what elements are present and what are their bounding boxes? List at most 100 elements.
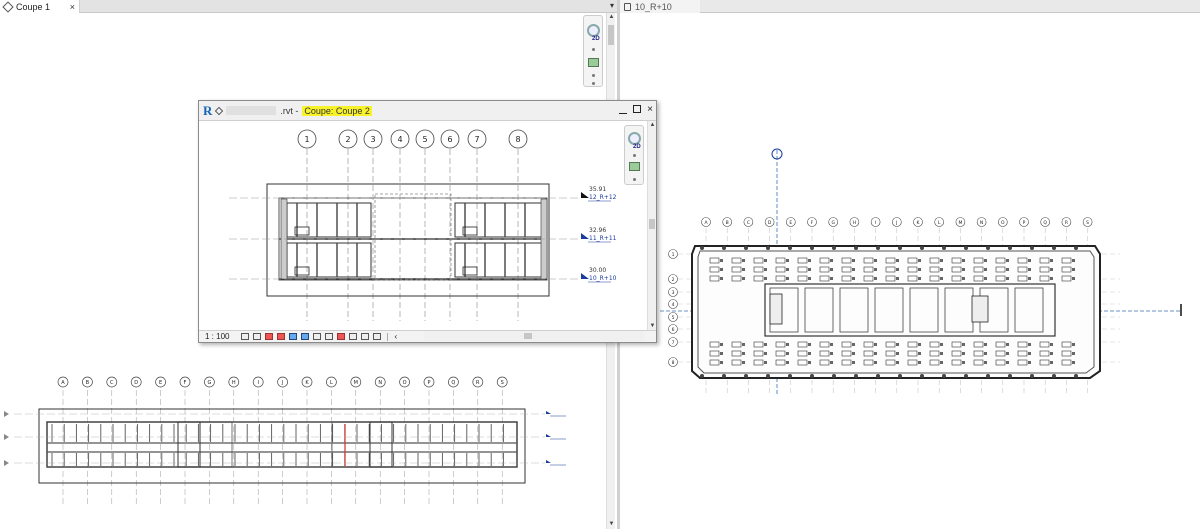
zoom-region-icon[interactable]	[629, 162, 640, 171]
chair	[918, 277, 921, 280]
chair	[1072, 259, 1075, 262]
chair	[1050, 343, 1053, 346]
chair	[984, 361, 987, 364]
close-icon[interactable]: ×	[647, 104, 653, 115]
plan-view-canvas[interactable]: A B C D E F G H I J K L M N O P Q R S12345678	[620, 14, 1200, 529]
facade-column	[810, 374, 814, 378]
chair	[962, 277, 965, 280]
crop-view-icon[interactable]	[289, 333, 298, 340]
chair	[984, 259, 987, 262]
chair	[874, 343, 877, 346]
chair	[786, 268, 789, 271]
tab-coupe-1[interactable]: Coupe 1 ×	[0, 0, 80, 13]
facade-column	[700, 246, 704, 250]
unlocked-3d-view-icon[interactable]	[313, 333, 322, 340]
section-details	[51, 421, 504, 468]
chair	[830, 352, 833, 355]
chair	[1050, 352, 1053, 355]
scroll-up-icon[interactable]: ▲	[607, 13, 616, 22]
chair	[830, 343, 833, 346]
window-titlebar[interactable]: R .rvt - Coupe: Coupe 2 ×	[199, 101, 656, 121]
level-head-icon	[546, 411, 551, 414]
chair	[852, 361, 855, 364]
section-view-icon	[215, 106, 224, 115]
chair	[984, 343, 987, 346]
chair	[1028, 361, 1031, 364]
show-crop-region-icon[interactable]	[301, 333, 310, 340]
chair	[874, 361, 877, 364]
chair	[896, 343, 899, 346]
maximize-icon[interactable]	[633, 105, 642, 113]
grid-label: 3	[672, 290, 675, 296]
left-tab-bar: Coupe 1 × ▾	[0, 0, 617, 13]
facade-column	[1052, 374, 1056, 378]
grid-label: Q	[451, 380, 455, 386]
level-name: 12_R+12	[589, 194, 617, 201]
analytical-model-icon[interactable]	[361, 333, 370, 340]
window-vscrollbar[interactable]: ▲ ▼	[647, 121, 656, 331]
grid-label: 8	[515, 135, 520, 144]
grid-label: M	[958, 220, 962, 226]
redacted-filename	[226, 106, 277, 115]
grid-label: B	[86, 380, 90, 386]
scroll-up-icon[interactable]: ▲	[648, 121, 657, 130]
scroll-thumb[interactable]	[608, 25, 614, 45]
sun-path-icon[interactable]	[265, 333, 274, 340]
window-controls: ×	[619, 104, 653, 115]
reveal-hidden-icon[interactable]	[337, 333, 346, 340]
chair	[720, 361, 723, 364]
scroll-left-icon[interactable]: ‹	[394, 332, 397, 341]
facade-column	[700, 374, 704, 378]
chair	[874, 268, 877, 271]
grid-label: B	[726, 220, 729, 226]
chair	[896, 277, 899, 280]
tab-dropdown-icon[interactable]: ▾	[610, 1, 614, 10]
chair	[984, 268, 987, 271]
temporary-hide-icon[interactable]	[325, 333, 334, 340]
scale-selector[interactable]: 1 : 100	[205, 332, 229, 341]
chair	[1050, 268, 1053, 271]
chair	[742, 352, 745, 355]
room-box	[286, 202, 372, 238]
highlight-displacement-icon[interactable]	[373, 333, 382, 340]
grid-label: H	[853, 220, 856, 226]
scroll-down-icon[interactable]: ▼	[607, 520, 616, 529]
grid-label: H	[232, 380, 236, 386]
nav-options-dot[interactable]	[633, 178, 636, 181]
detail-level-icon[interactable]	[241, 333, 250, 340]
minimize-icon[interactable]	[619, 104, 628, 114]
chair	[984, 352, 987, 355]
facade-column	[722, 374, 726, 378]
scroll-thumb[interactable]	[524, 333, 532, 339]
temporary-view-properties-icon[interactable]	[349, 333, 358, 340]
chair	[918, 352, 921, 355]
tab-10-r10[interactable]: 10_R+10	[620, 0, 700, 13]
grid-label: S	[501, 380, 504, 386]
coupe-2-canvas[interactable]: 1 2 3 4 5 6 7 8 35.9112_R+12 32.9611_R+11 30.0010…	[199, 121, 647, 331]
close-icon[interactable]: ×	[70, 2, 75, 12]
grid-label: F	[811, 220, 814, 226]
visual-style-icon[interactable]	[253, 333, 262, 340]
window-navigation-bar[interactable]: 2D	[624, 125, 644, 185]
grid-label: F	[184, 380, 187, 386]
window-hscrollbar[interactable]	[424, 331, 644, 341]
chair	[1028, 352, 1031, 355]
chair	[940, 343, 943, 346]
facade-column	[788, 374, 792, 378]
chair	[940, 259, 943, 262]
scroll-thumb[interactable]	[649, 219, 655, 229]
facade-column	[766, 246, 770, 250]
chair	[1006, 361, 1009, 364]
chair	[874, 259, 877, 262]
shadows-icon[interactable]	[277, 333, 286, 340]
level-head-icon	[546, 460, 551, 463]
grid-label: Q	[1043, 220, 1047, 226]
facade-column	[766, 374, 770, 378]
chair	[720, 343, 723, 346]
grid-label: A	[61, 380, 65, 386]
chair	[1028, 259, 1031, 262]
floating-view-window[interactable]: R .rvt - Coupe: Coupe 2 × 1 2 3 4 5 6 7 8 35.91…	[198, 100, 657, 343]
chair	[874, 352, 877, 355]
facade-column	[722, 246, 726, 250]
stair	[769, 293, 783, 325]
